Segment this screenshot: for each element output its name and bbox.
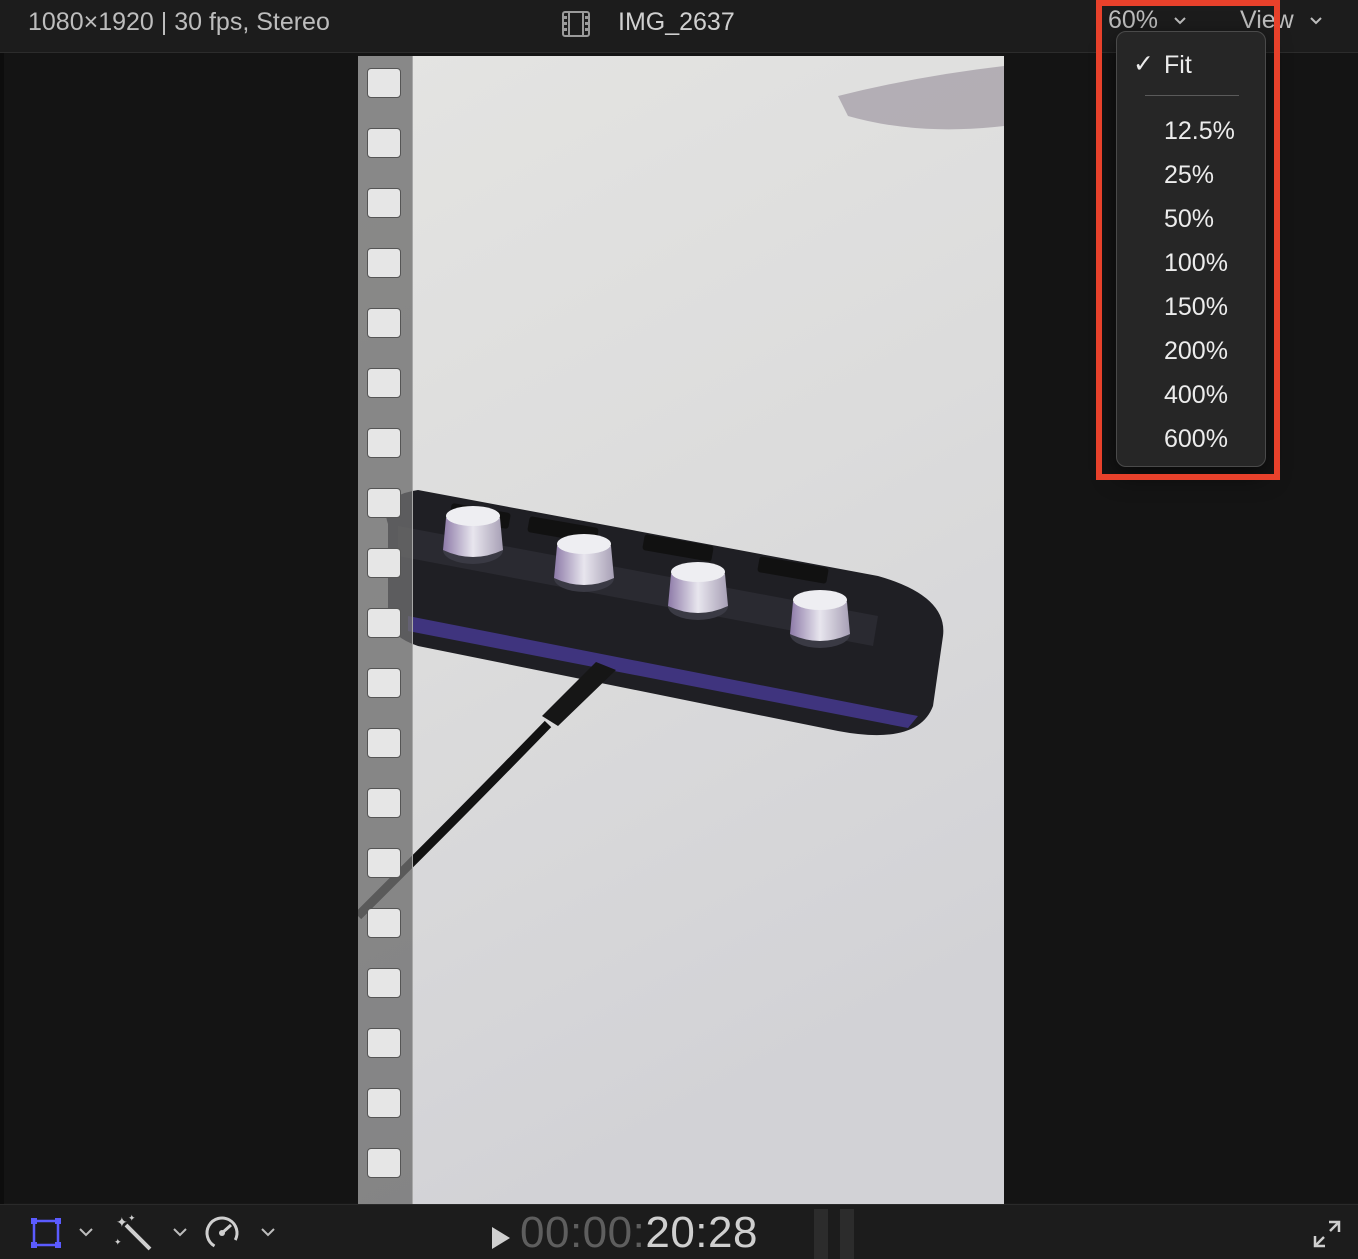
- timecode-display[interactable]: 00:00:20:28: [520, 1208, 758, 1258]
- zoom-option-label: 25%: [1164, 161, 1215, 189]
- filmstrip-sprocket: [367, 1028, 401, 1058]
- filmstrip-overlay: [358, 56, 413, 1204]
- svg-text:✦: ✦: [128, 1214, 136, 1224]
- zoom-option[interactable]: 100%: [1117, 243, 1265, 283]
- filmstrip-sprocket: [367, 968, 401, 998]
- view-label: View: [1240, 6, 1294, 34]
- timecode-seconds-frames: 20:28: [645, 1208, 758, 1257]
- timecode-hours-minutes: 00:00:: [520, 1208, 646, 1257]
- chevron-down-icon[interactable]: [172, 1227, 188, 1239]
- filmstrip-sprocket: [367, 608, 401, 638]
- zoom-option[interactable]: 400%: [1117, 375, 1265, 415]
- checkmark-icon: ✓: [1133, 50, 1154, 78]
- filmstrip-sprocket: [367, 308, 401, 338]
- filmstrip-sprocket: [367, 668, 401, 698]
- clip-format-info: 1080×1920 | 30 fps, Stereo: [28, 8, 330, 36]
- video-frame-image: [358, 56, 1004, 1204]
- chevron-down-icon: [1309, 17, 1322, 25]
- filmstrip-sprocket: [367, 428, 401, 458]
- fullscreen-icon[interactable]: [1312, 1219, 1342, 1249]
- filmstrip-sprocket: [367, 728, 401, 758]
- filmstrip-sprocket: [367, 788, 401, 818]
- zoom-option-label: 100%: [1164, 249, 1228, 277]
- zoom-option-label: 50%: [1164, 205, 1215, 233]
- filmstrip-sprocket: [367, 488, 401, 518]
- zoom-option[interactable]: 50%: [1117, 199, 1265, 239]
- zoom-option-label: 150%: [1164, 293, 1228, 321]
- filmstrip-sprocket: [367, 68, 401, 98]
- chevron-down-icon[interactable]: [260, 1227, 276, 1239]
- zoom-option-label: 600%: [1164, 425, 1228, 453]
- zoom-option[interactable]: 25%: [1117, 155, 1265, 195]
- filmstrip-sprocket: [367, 908, 401, 938]
- zoom-value: 60%: [1108, 6, 1159, 34]
- menu-separator: [1145, 95, 1239, 96]
- filmstrip-sprocket: [367, 188, 401, 218]
- clip-name: IMG_2637: [618, 8, 735, 36]
- zoom-option-label: 12.5%: [1164, 117, 1235, 145]
- filmstrip-sprocket: [367, 548, 401, 578]
- svg-text:✦: ✦: [114, 1238, 122, 1248]
- chevron-down-icon[interactable]: [78, 1227, 94, 1239]
- play-icon[interactable]: [490, 1225, 512, 1251]
- filmstrip-sprocket: [367, 368, 401, 398]
- zoom-option-label: Fit: [1164, 51, 1192, 79]
- film-strip-icon: [562, 11, 590, 37]
- filmstrip-sprocket: [367, 848, 401, 878]
- speedometer-icon[interactable]: [204, 1215, 240, 1251]
- video-frame: [358, 56, 1004, 1204]
- chevron-down-icon: [1174, 17, 1186, 25]
- audio-meter-left: [814, 1209, 828, 1259]
- filmstrip-sprocket: [367, 1088, 401, 1118]
- magic-wand-icon[interactable]: ✦ ✦ ✦: [114, 1213, 154, 1253]
- filmstrip-sprocket: [367, 248, 401, 278]
- zoom-option-label: 200%: [1164, 337, 1228, 365]
- zoom-option[interactable]: 600%: [1117, 419, 1265, 459]
- zoom-option[interactable]: 12.5%: [1117, 111, 1265, 151]
- zoom-option-label: 400%: [1164, 381, 1228, 409]
- filmstrip-sprocket: [367, 1148, 401, 1178]
- transform-icon[interactable]: [30, 1217, 62, 1249]
- svg-text:✦: ✦: [116, 1215, 128, 1231]
- zoom-menu: ✓ Fit 12.5% 25% 50% 100% 150% 200% 400% …: [1116, 31, 1266, 467]
- zoom-option[interactable]: 150%: [1117, 287, 1265, 327]
- audio-meter-right: [840, 1209, 854, 1259]
- filmstrip-sprocket: [367, 128, 401, 158]
- zoom-option-fit[interactable]: ✓ Fit: [1117, 45, 1265, 85]
- zoom-option[interactable]: 200%: [1117, 331, 1265, 371]
